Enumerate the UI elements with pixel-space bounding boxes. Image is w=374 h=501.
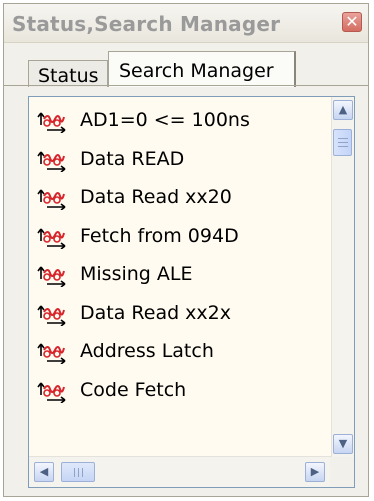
search-list-items: AD1=0 <= 100ns Data READ Data Read xx20 Fet… [29, 97, 327, 457]
list-item-label: Code Fetch [80, 378, 187, 401]
scroll-up-button[interactable]: ▲ [333, 100, 353, 120]
list-item[interactable]: AD1=0 <= 100ns [35, 105, 325, 137]
search-filter-icon [37, 382, 66, 403]
list-item[interactable]: Fetch from 094D [35, 221, 325, 253]
search-filter-icon [37, 266, 66, 287]
chevron-down-icon: ▼ [338, 437, 348, 450]
list-item-label: AD1=0 <= 100ns [80, 109, 250, 131]
status-search-manager-panel: Status,Search Manager ✕ Status Search Ma… [3, 3, 369, 497]
panel-title: Status,Search Manager [12, 12, 281, 36]
tab-status[interactable]: Status [28, 60, 108, 87]
list-item-label: Address Latch [80, 340, 214, 362]
scrollbar-corner [330, 457, 354, 487]
tab-divider [4, 85, 368, 86]
close-button[interactable]: ✕ [342, 12, 362, 32]
vertical-scroll-thumb[interactable] [333, 129, 352, 156]
list-item[interactable]: Missing ALE [35, 259, 325, 291]
thumb-grip [338, 138, 348, 139]
search-filter-icon [37, 112, 66, 133]
thumb-grip [74, 468, 75, 477]
search-list: AD1=0 <= 100ns Data READ Data Read xx20 Fet… [28, 96, 355, 488]
tab-status-label: Status [38, 65, 99, 87]
thumb-grip [78, 468, 79, 477]
scroll-left-button[interactable]: ◀ [34, 462, 54, 482]
close-icon: ✕ [345, 12, 359, 31]
scroll-down-button[interactable]: ▼ [333, 434, 353, 454]
tab-strip: Status Search Manager [4, 42, 368, 87]
list-item-label: Data Read xx2x [80, 301, 232, 324]
tab-search-manager[interactable]: Search Manager [108, 51, 296, 87]
panel-titlebar[interactable]: Status,Search Manager ✕ [4, 4, 368, 43]
thumb-grip [338, 146, 348, 147]
chevron-left-icon: ◀ [39, 465, 49, 478]
list-item-label: Missing ALE [80, 263, 193, 285]
list-item[interactable]: Data Read xx2x [35, 298, 325, 330]
thumb-grip [82, 468, 83, 477]
chevron-up-icon: ▲ [338, 103, 348, 116]
thumb-grip [338, 142, 348, 143]
list-item-label: Data READ [80, 147, 185, 170]
list-item[interactable]: Data READ [35, 144, 325, 176]
chevron-right-icon: ▶ [310, 465, 320, 478]
search-filter-icon [37, 305, 66, 326]
scroll-right-button[interactable]: ▶ [305, 462, 325, 482]
list-item-label: Data Read xx20 [80, 186, 232, 208]
search-filter-icon [37, 151, 66, 172]
list-item[interactable]: Code Fetch [35, 375, 325, 407]
list-item-label: Fetch from 094D [80, 224, 239, 247]
search-filter-icon [37, 189, 66, 210]
horizontal-scrollbar[interactable]: ◀ ▶ [29, 456, 331, 487]
tab-search-manager-label: Search Manager [119, 60, 274, 82]
search-filter-icon [37, 228, 66, 249]
list-item[interactable]: Address Latch [35, 336, 325, 368]
search-filter-icon [37, 343, 66, 364]
vertical-scrollbar[interactable]: ▲ ▼ [331, 97, 354, 458]
horizontal-scroll-thumb[interactable] [61, 462, 95, 482]
list-item[interactable]: Data Read xx20 [35, 182, 325, 214]
